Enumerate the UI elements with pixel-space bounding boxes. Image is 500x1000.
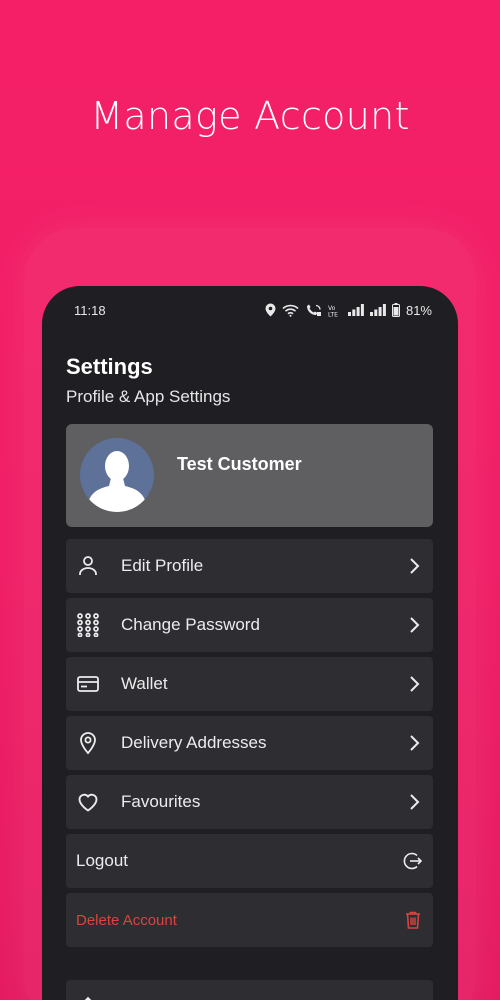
profile-name: Test Customer [177,454,302,474]
avatar-silhouette-icon [86,451,148,512]
battery-status-icon [391,303,400,317]
delete-account-button[interactable]: Delete Account [66,893,433,947]
status-icons: Vo LTE 81% [265,303,432,318]
status-time: 11:18 [74,302,106,318]
menu-item-partial[interactable] [66,980,433,1000]
menu-item-favourites[interactable]: Favourites [66,775,433,829]
logout-button[interactable]: Logout [66,834,433,888]
menu-item-change-password[interactable]: Change Password [66,598,433,652]
phone-screen: 11:18 Vo LTE 81% Settings Profile & App … [42,286,458,1000]
chevron-right-icon [410,676,420,692]
location-status-icon [265,303,276,317]
profile-card[interactable]: Test Customer [66,424,433,527]
heart-icon [78,793,98,812]
battery-percent: 81% [405,302,432,318]
menu-item-label: Favourites [121,792,201,811]
partial-item-icon [84,996,92,1000]
chevron-right-icon [410,735,420,751]
promo-headline: Manage Account [90,94,410,138]
menu-item-wallet[interactable]: Wallet [66,657,433,711]
logout-label: Logout [76,851,128,870]
avatar [80,438,154,512]
page-subtitle: Profile & App Settings [66,387,231,406]
menu-item-label: Delivery Addresses [121,733,267,752]
wifi-status-icon [282,304,299,317]
chevron-right-icon [410,617,420,633]
svg-text:LTE: LTE [328,311,338,317]
menu-item-label: Edit Profile [121,556,204,575]
menu-item-delivery-addresses[interactable]: Delivery Addresses [66,716,433,770]
location-pin-icon [80,732,96,755]
delete-account-label: Delete Account [76,911,177,929]
trash-icon [406,911,420,929]
chevron-right-icon [410,558,420,574]
person-icon [79,556,97,575]
wallet-card-icon [77,676,99,692]
menu-item-edit-profile[interactable]: Edit Profile [66,539,433,593]
page-title: Settings [66,354,153,379]
menu-item-label: Change Password [121,615,260,634]
signal-status-icon-1 [347,304,364,316]
status-bar: 11:18 Vo LTE 81% [74,300,432,320]
logout-icon [403,852,423,870]
signal-status-icon-2 [369,304,386,316]
chevron-right-icon [410,794,420,810]
keypad-icon [77,613,99,637]
volte-status-icon: Vo LTE [328,305,338,317]
menu-item-label: Wallet [121,674,168,693]
wifi-call-status-icon [306,304,321,316]
